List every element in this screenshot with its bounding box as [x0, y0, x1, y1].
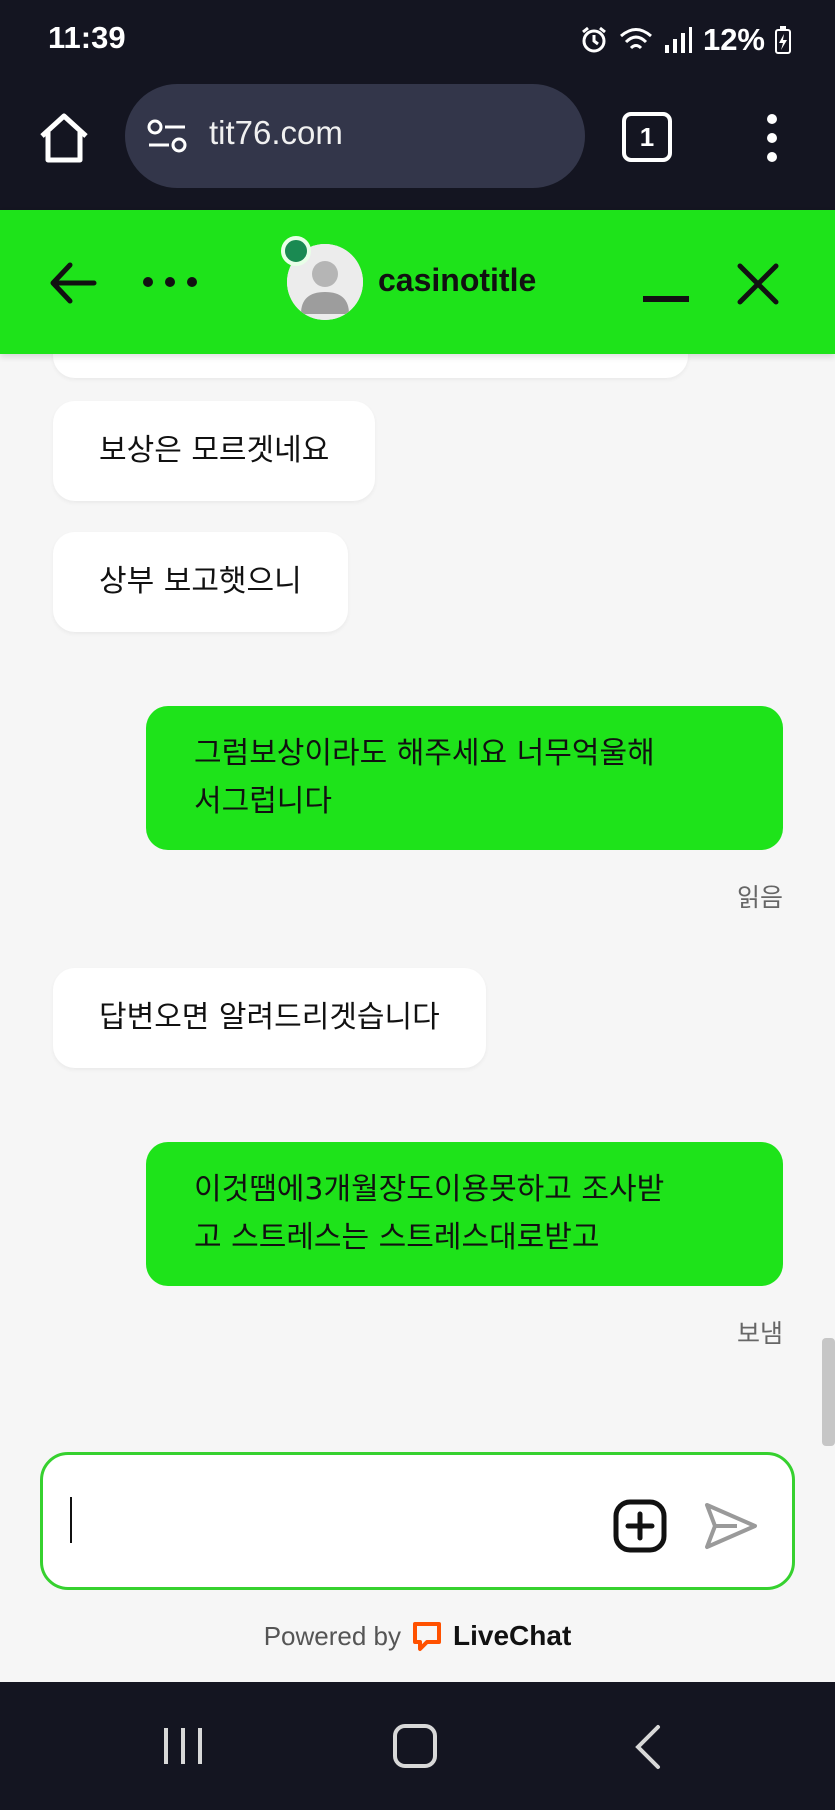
site-settings-icon[interactable]: [147, 118, 187, 154]
agent-message: 답변오면 알려드리겟습니다: [53, 968, 486, 1068]
powered-by-text: Powered by: [263, 1620, 402, 1651]
url-text: tit76.com: [209, 114, 343, 151]
scrollbar-thumb[interactable]: [822, 1338, 835, 1446]
message-text: 보상은 모르겟네요: [99, 433, 330, 468]
text-cursor: [70, 1497, 72, 1543]
status-time: 11:39: [48, 20, 126, 55]
message-bubble-partial: [53, 354, 688, 378]
powered-by-footer[interactable]: Powered by LiveChat: [0, 1616, 835, 1656]
status-bar: 11:39 12%: [0, 0, 835, 80]
message-composer: [40, 1452, 795, 1590]
alarm-icon: [582, 26, 606, 53]
add-attachment-icon[interactable]: [613, 1499, 667, 1553]
message-line: 고 스트레스는 스트레스대로받고: [194, 1220, 600, 1255]
status-icons: 12%: [579, 20, 791, 60]
more-horiz-icon[interactable]: [140, 272, 200, 292]
message-status: 읽음: [736, 883, 783, 912]
back-arrow-icon[interactable]: [48, 260, 98, 306]
visitor-message: 그럼보상이라도 해주세요 너무억울해 서그럽니다: [146, 706, 783, 850]
tabs-count-button[interactable]: 1: [622, 112, 672, 162]
agent-name: casinotitle: [378, 262, 537, 298]
signal-icon: [664, 27, 692, 53]
message-text: 답변오면 알려드리겟습니다: [99, 1000, 440, 1035]
browser-toolbar: tit76.com 1: [0, 80, 835, 210]
home-icon[interactable]: [36, 110, 92, 166]
nav-back-icon[interactable]: [632, 1724, 662, 1770]
online-status-dot: [281, 236, 311, 266]
home-button-icon[interactable]: [393, 1724, 437, 1768]
wifi-icon: [619, 28, 652, 50]
address-bar[interactable]: tit76.com: [125, 84, 585, 188]
more-vert-icon[interactable]: [752, 110, 792, 166]
livechat-logo-icon: [413, 1622, 442, 1651]
minimize-icon[interactable]: [643, 296, 689, 302]
message-status: 보냄: [736, 1319, 783, 1348]
message-line: 그럼보상이라도 해주세요 너무억울해: [194, 736, 655, 771]
visitor-message: 이것땜에3개월장도이용못하고 조사받 고 스트레스는 스트레스대로받고: [146, 1142, 783, 1286]
battery-charging-icon: [775, 26, 791, 54]
system-navigation-bar: [0, 1682, 835, 1810]
battery-percent: 12%: [702, 22, 765, 57]
message-line: 서그럽니다: [194, 784, 332, 819]
close-icon[interactable]: [736, 262, 780, 306]
message-text: 상부 보고햇으니: [99, 564, 302, 599]
message-input[interactable]: [75, 1479, 615, 1565]
livechat-brand: LiveChat: [453, 1620, 572, 1651]
chat-header: casinotitle: [0, 210, 835, 354]
message-list[interactable]: 보상은 모르겟네요 상부 보고햇으니 그럼보상이라도 해주세요 너무억울해 서그…: [0, 354, 835, 1454]
send-icon[interactable]: [703, 1501, 759, 1551]
message-line: 이것땜에3개월장도이용못하고 조사받: [194, 1172, 665, 1207]
agent-message: 상부 보고햇으니: [53, 532, 348, 632]
agent-message: 보상은 모르겟네요: [53, 401, 376, 501]
recent-apps-icon[interactable]: [160, 1726, 206, 1766]
